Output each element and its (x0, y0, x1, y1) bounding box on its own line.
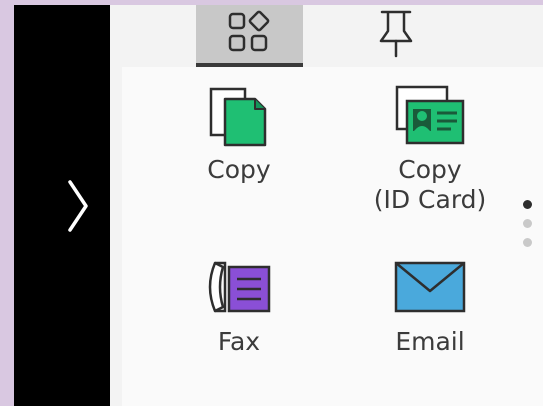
app-grid-icon (228, 10, 269, 52)
app-fax[interactable]: Fax (174, 247, 304, 357)
app-email-label: Email (395, 327, 465, 356)
app-fax-label: Fax (217, 327, 261, 356)
app-copy[interactable]: Copy (174, 75, 304, 185)
tab-bar (110, 5, 543, 67)
home-screen: Copy Copy (ID Card) Fax Email (110, 5, 543, 406)
expand-sidebar-button[interactable] (66, 180, 90, 232)
app-copy-label: Copy (207, 155, 271, 184)
tab-apps[interactable] (196, 5, 303, 63)
tab-pinned[interactable] (346, 5, 446, 63)
app-email[interactable]: Email (350, 247, 510, 357)
page-dot-1[interactable] (523, 200, 532, 209)
page-indicator (523, 200, 535, 260)
id-card-copy-icon (391, 75, 469, 155)
app-copy-id-card-label-line1: Copy (398, 155, 462, 184)
app-grid-panel: Copy Copy (ID Card) Fax Email (122, 67, 543, 406)
page-dot-2[interactable] (523, 219, 532, 228)
copy-document-icon (203, 75, 275, 155)
pushpin-icon (379, 10, 413, 58)
envelope-icon (392, 247, 468, 327)
left-sidebar (14, 5, 110, 406)
app-copy-id-card[interactable]: Copy (ID Card) (350, 75, 510, 215)
page-dot-3[interactable] (523, 238, 532, 247)
fax-phone-icon (201, 247, 277, 327)
app-copy-id-card-label-line2: (ID Card) (373, 185, 487, 214)
chevron-right-icon (68, 180, 88, 232)
